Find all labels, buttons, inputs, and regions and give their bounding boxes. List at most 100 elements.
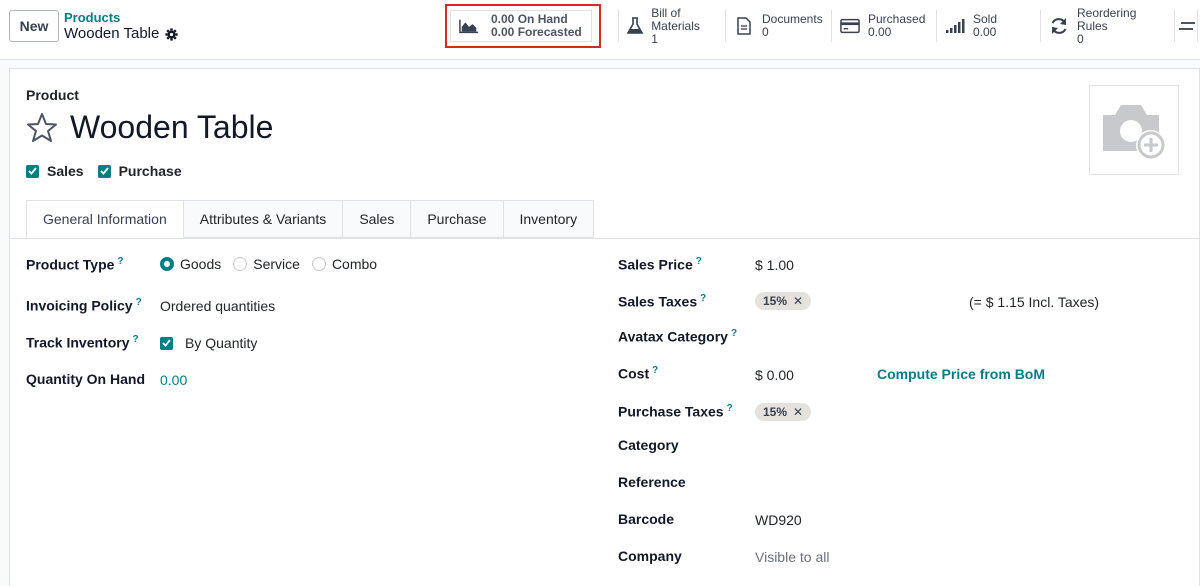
purchase-taxes-label: Purchase Taxes? (618, 403, 733, 420)
tab-purchase[interactable]: Purchase (411, 200, 504, 238)
breadcrumb-products-link[interactable]: Products (64, 10, 178, 25)
forecasted-label: 0.00 Forecasted (491, 25, 582, 39)
product-type-label: Product Type? (26, 256, 124, 273)
reference-label: Reference (618, 474, 686, 490)
radio-selected-icon (160, 257, 174, 271)
purchase-checkbox-label: Purchase (118, 163, 182, 179)
breadcrumb-current-label: Wooden Table (64, 25, 160, 42)
invoicing-policy-label: Invoicing Policy? (26, 297, 142, 314)
barcode-label: Barcode (618, 511, 675, 527)
purchase-tax-tag-label: 15% (763, 405, 788, 419)
breadcrumb-current: Wooden Table (64, 25, 178, 43)
bom-label: Bill of Materials (651, 5, 700, 33)
track-inventory-field: By Quantity (160, 335, 257, 351)
cost-label-text: Cost (618, 365, 650, 382)
refresh-icon (1049, 16, 1069, 36)
tab-inventory[interactable]: Inventory (503, 200, 595, 238)
purchased-qty: 0.00 (868, 25, 892, 39)
help-tooltip-icon[interactable]: ? (117, 256, 123, 267)
help-tooltip-icon[interactable]: ? (727, 403, 733, 414)
radio-service[interactable]: Service (233, 256, 300, 272)
transfer-arrows-icon (1179, 16, 1195, 36)
product-flags: Sales Purchase (26, 163, 182, 179)
incl-taxes-value: (= $ 1.15 Incl. Taxes) (969, 294, 1100, 310)
product-section-label: Product (26, 87, 79, 103)
signal-bars-icon (945, 16, 965, 36)
radio-service-label: Service (253, 256, 300, 272)
product-type-radio-group: Goods Service Combo (160, 256, 389, 272)
reordering-count: 0 (1077, 31, 1084, 46)
more-smart-buttons[interactable] (1174, 10, 1198, 42)
avatax-category-label-text: Avatax Category (618, 328, 728, 345)
invoicing-policy-label-text: Invoicing Policy (26, 297, 133, 314)
sales-tax-tag-label: 15% (763, 294, 788, 308)
compute-price-from-bom-button[interactable]: Compute Price from BoM (877, 366, 1045, 382)
gear-icon[interactable] (165, 27, 178, 41)
track-inventory-label: Track Inventory? (26, 334, 139, 351)
purchased-smart-button[interactable]: Purchased 0.00 (831, 10, 936, 42)
company-label: Company (618, 548, 682, 564)
smart-buttons: 0.00 On Hand 0.00 Forecasted Bill of Mat… (445, 4, 1198, 48)
tracking-select[interactable]: By Quantity (185, 335, 257, 351)
onhand-smart-button[interactable]: 0.00 On Hand 0.00 Forecasted (445, 4, 601, 48)
sold-smart-button[interactable]: Sold 0.00 (936, 10, 1040, 42)
avatax-category-label: Avatax Category? (618, 328, 737, 345)
checkbox-checked-icon (26, 164, 39, 178)
sales-price-input[interactable]: $ 1.00 (755, 257, 794, 273)
tab-general-information[interactable]: General Information (26, 200, 184, 238)
cost-label: Cost? (618, 365, 658, 382)
cost-input[interactable]: $ 0.00 (755, 367, 794, 383)
product-image-upload[interactable] (1089, 85, 1179, 175)
purchase-checkbox[interactable]: Purchase (97, 163, 182, 179)
purchase-taxes-field[interactable]: 15% ✕ (755, 403, 812, 421)
sales-checkbox-label: Sales (47, 163, 84, 179)
barcode-input[interactable]: WD920 (755, 512, 802, 528)
sold-qty: 0.00 (973, 25, 997, 39)
track-inventory-checkbox[interactable] (160, 336, 173, 350)
bom-count: 1 (651, 31, 658, 46)
documents-label: Documents (762, 12, 823, 26)
tab-attributes-variants[interactable]: Attributes & Variants (183, 200, 344, 238)
radio-combo[interactable]: Combo (311, 256, 378, 272)
help-tooltip-icon[interactable]: ? (731, 328, 737, 339)
close-icon[interactable]: ✕ (793, 405, 803, 419)
sales-price-label: Sales Price? (618, 256, 702, 273)
radio-goods[interactable]: Goods (160, 256, 221, 272)
documents-count: 0 (762, 25, 769, 39)
new-button[interactable]: New (9, 10, 59, 42)
company-select[interactable]: Visible to all (755, 549, 829, 565)
reordering-smart-button[interactable]: Reordering Rules 0 (1040, 6, 1174, 45)
help-tooltip-icon[interactable]: ? (696, 256, 702, 267)
star-icon[interactable] (26, 112, 58, 144)
quantity-on-hand-label: Quantity On Hand (26, 371, 145, 387)
close-icon[interactable]: ✕ (793, 294, 803, 308)
help-tooltip-icon[interactable]: ? (133, 334, 139, 345)
radio-unselected-icon (233, 257, 248, 271)
purchase-taxes-label-text: Purchase Taxes (618, 403, 724, 420)
radio-combo-label: Combo (331, 256, 378, 272)
tab-sales[interactable]: Sales (343, 200, 412, 238)
documents-smart-button[interactable]: Documents 0 (725, 10, 831, 42)
checkbox-checked-icon (97, 164, 111, 178)
sales-taxes-field[interactable]: 15% ✕ (755, 292, 812, 310)
product-type-label-text: Product Type (26, 256, 115, 273)
help-tooltip-icon[interactable]: ? (652, 365, 658, 376)
title-row: Wooden Table (26, 109, 273, 146)
sales-taxes-label-text: Sales Taxes (618, 293, 698, 310)
track-inventory-label-text: Track Inventory (26, 334, 130, 351)
quantity-on-hand-value[interactable]: 0.00 (160, 372, 187, 388)
invoicing-policy-select[interactable]: Ordered quantities (160, 298, 275, 314)
flask-icon (627, 16, 644, 36)
radio-goods-label: Goods (180, 256, 222, 272)
bom-smart-button[interactable]: Bill of Materials 1 (618, 5, 725, 45)
notebook-tabs: General Information Attributes & Variant… (26, 200, 595, 238)
sales-tax-tag: 15% ✕ (755, 292, 812, 310)
help-tooltip-icon[interactable]: ? (700, 293, 706, 304)
sales-checkbox[interactable]: Sales (26, 163, 84, 179)
purchase-tax-tag: 15% ✕ (755, 403, 812, 421)
help-tooltip-icon[interactable]: ? (136, 297, 142, 308)
radio-unselected-icon (311, 257, 326, 271)
product-name-field[interactable]: Wooden Table (70, 109, 273, 146)
sales-price-label-text: Sales Price (618, 256, 693, 273)
area-chart-icon (459, 16, 479, 36)
